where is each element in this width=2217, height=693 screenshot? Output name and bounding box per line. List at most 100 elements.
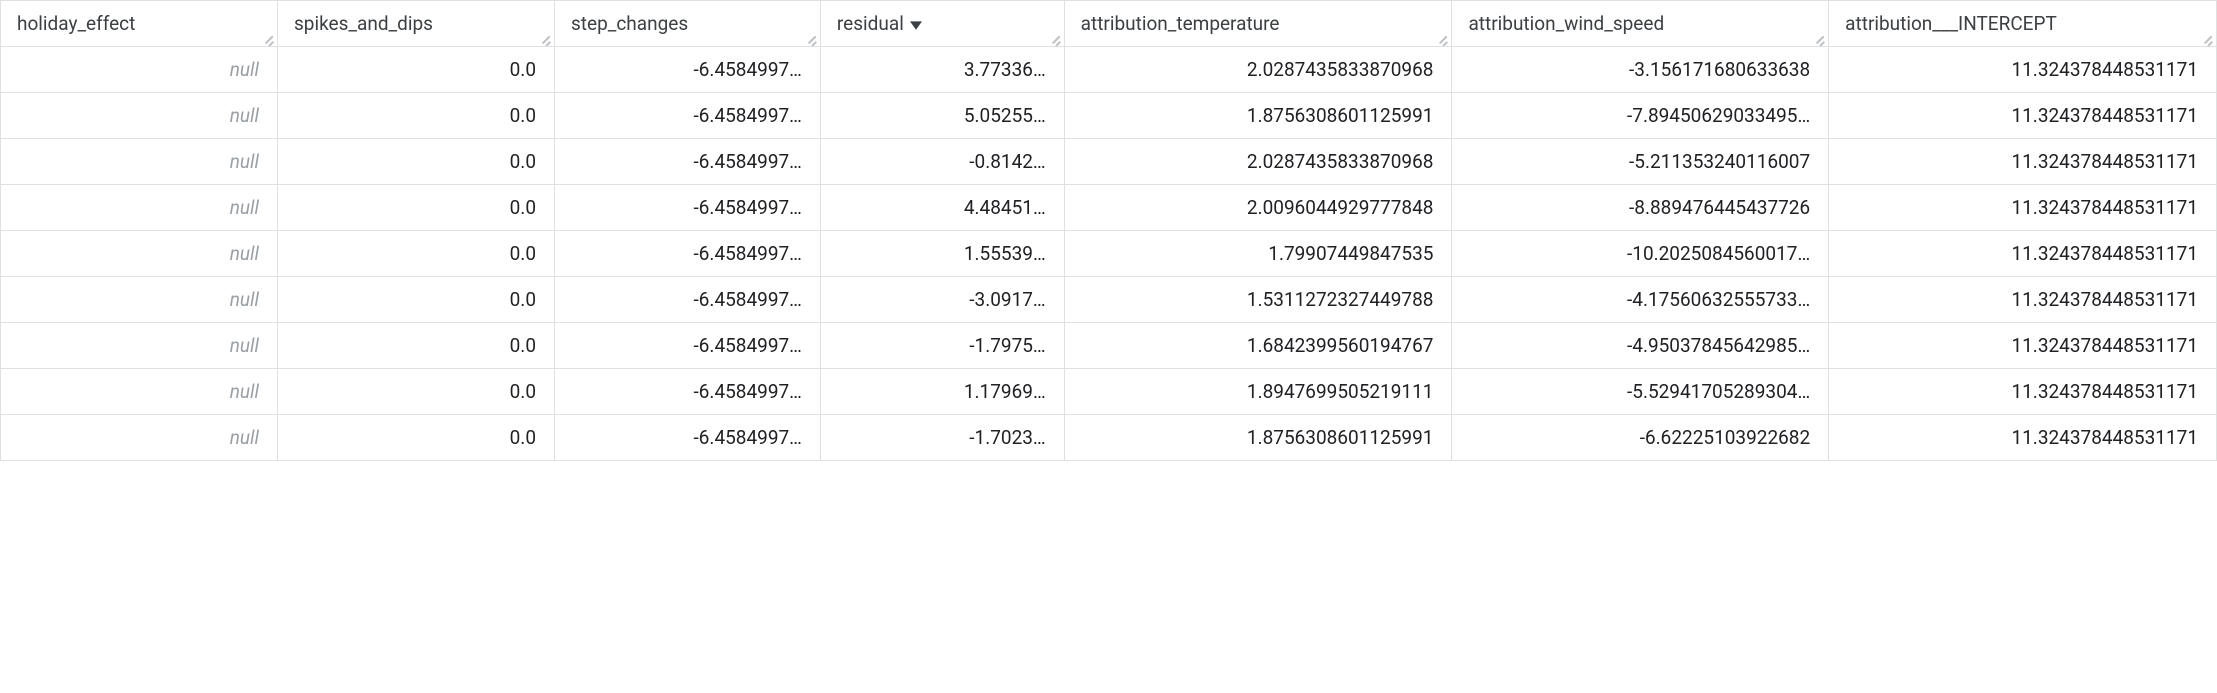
table-row[interactable]: null0.0-6.4584997…1.55539… 1.799074498475…: [1, 231, 2217, 277]
cell-value: null: [230, 288, 259, 311]
cell-attribution___INTERCEPT[interactable]: 11.324378448531171: [1829, 231, 2217, 277]
cell-attribution_wind_speed[interactable]: -7.89450629033495…: [1452, 93, 1829, 139]
cell-attribution_temperature[interactable]: 1.8947699505219111: [1064, 369, 1452, 415]
cell-spikes_and_dips[interactable]: 0.0: [278, 415, 555, 461]
cell-step_changes[interactable]: -6.4584997…: [555, 93, 821, 139]
cell-spikes_and_dips[interactable]: 0.0: [278, 277, 555, 323]
cell-attribution_temperature[interactable]: 1.6842399560194767: [1064, 323, 1452, 369]
cell-value: 11.324378448531171: [2011, 150, 2198, 173]
table-row[interactable]: null0.0 -6.4584997… 5.05255… 1.875630860112…: [1, 93, 2217, 139]
cell-attribution_wind_speed[interactable]: -5.52941705289304…: [1452, 369, 1829, 415]
table-row[interactable]: null 0.0-6.4584997…-1.7975…1.684239956019…: [1, 323, 2217, 369]
cell-value: -5.52941705289304…: [1627, 380, 1810, 403]
cell-attribution___INTERCEPT[interactable]: 11.324378448531171: [1829, 185, 2217, 231]
cell-step_changes[interactable]: -6.4584997…: [555, 277, 821, 323]
cell-residual[interactable]: 1.17969…: [820, 369, 1064, 415]
cell-attribution___INTERCEPT[interactable]: 11.324378448531171: [1829, 47, 2217, 93]
cell-residual[interactable]: 1.55539…: [820, 231, 1064, 277]
cell-residual[interactable]: 3.77336…: [820, 47, 1064, 93]
cell-value: 1.8756308601125991: [1247, 104, 1434, 127]
cell-attribution_temperature[interactable]: 1.8756308601125991: [1064, 415, 1452, 461]
table-row[interactable]: null0.0-6.4584997…4.48451…2.009604492977…: [1, 185, 2217, 231]
cell-value: null: [230, 58, 259, 81]
cell-attribution___INTERCEPT[interactable]: 11.324378448531171: [1829, 369, 2217, 415]
cell-step_changes[interactable]: -6.4584997…: [555, 185, 821, 231]
cell-attribution_wind_speed[interactable]: -3.156171680633638: [1452, 47, 1829, 93]
column-header-label: residual: [837, 12, 904, 35]
cell-spikes_and_dips[interactable]: 0.0: [278, 47, 555, 93]
cell-attribution_temperature[interactable]: 2.0287435833870968: [1064, 139, 1452, 185]
table-row[interactable]: null 0.0 -6.4584997…1.17969…1.894769950521…: [1, 369, 2217, 415]
cell-attribution___INTERCEPT[interactable]: 11.324378448531171: [1829, 415, 2217, 461]
column-header-spikes_and_dips[interactable]: spikes_and_dips: [278, 1, 555, 47]
cell-attribution___INTERCEPT[interactable]: 11.324378448531171: [1829, 139, 2217, 185]
cell-residual[interactable]: -0.8142…: [820, 139, 1064, 185]
cell-attribution_wind_speed[interactable]: -5.211353240116007: [1452, 139, 1829, 185]
cell-spikes_and_dips[interactable]: 0.0: [278, 93, 555, 139]
column-header-holiday_effect[interactable]: holiday_effect: [1, 1, 278, 47]
cell-spikes_and_dips[interactable]: 0.0: [278, 139, 555, 185]
table-row[interactable]: null 0.0-6.4584997…-3.0917…1.531127232744…: [1, 277, 2217, 323]
cell-attribution_wind_speed[interactable]: -6.62225103922682: [1452, 415, 1829, 461]
column-resize-handle[interactable]: [806, 32, 818, 44]
cell-step_changes[interactable]: -6.4584997…: [555, 369, 821, 415]
cell-attribution_wind_speed[interactable]: -10.2025084560017…: [1452, 231, 1829, 277]
column-resize-handle[interactable]: [1437, 32, 1449, 44]
column-resize-handle[interactable]: [540, 32, 552, 44]
cell-step_changes[interactable]: -6.4584997…: [555, 139, 821, 185]
cell-attribution___INTERCEPT[interactable]: 11.324378448531171: [1829, 277, 2217, 323]
cell-holiday_effect[interactable]: null: [1, 47, 278, 93]
column-header-attribution_temperature[interactable]: attribution_temperature: [1064, 1, 1452, 47]
cell-attribution_temperature[interactable]: 1.5311272327449788: [1064, 277, 1452, 323]
cell-attribution___INTERCEPT[interactable]: 11.324378448531171: [1829, 93, 2217, 139]
cell-step_changes[interactable]: -6.4584997…: [555, 47, 821, 93]
column-header-step_changes[interactable]: step_changes: [555, 1, 821, 47]
cell-spikes_and_dips[interactable]: 0.0: [278, 185, 555, 231]
table-row[interactable]: null0.0-6.4584997…-1.7023…1.875630860112…: [1, 415, 2217, 461]
cell-holiday_effect[interactable]: null: [1, 369, 278, 415]
results-table: holiday_effectspikes_and_dipsstep_change…: [0, 0, 2217, 461]
cell-holiday_effect[interactable]: null: [1, 231, 278, 277]
cell-holiday_effect[interactable]: null: [1, 93, 278, 139]
cell-attribution_temperature[interactable]: 2.0096044929777848: [1064, 185, 1452, 231]
cell-spikes_and_dips[interactable]: 0.0: [278, 369, 555, 415]
cell-value: 0.0: [510, 150, 536, 173]
cell-attribution_wind_speed[interactable]: -4.95037845642985…: [1452, 323, 1829, 369]
cell-step_changes[interactable]: -6.4584997…: [555, 415, 821, 461]
cell-holiday_effect[interactable]: null: [1, 323, 278, 369]
table-row[interactable]: null 0.0 -6.4584997… -0.8142…2.028743583387…: [1, 139, 2217, 185]
cell-value: null: [230, 380, 259, 403]
cell-attribution_temperature[interactable]: 1.79907449847535: [1064, 231, 1452, 277]
column-header-attribution_wind_speed[interactable]: attribution_wind_speed: [1452, 1, 1829, 47]
column-resize-handle[interactable]: [2202, 32, 2214, 44]
cell-value: 0.0: [510, 380, 536, 403]
column-resize-handle[interactable]: [1814, 32, 1826, 44]
cell-holiday_effect[interactable]: null: [1, 139, 278, 185]
cell-step_changes[interactable]: -6.4584997…: [555, 231, 821, 277]
cell-residual[interactable]: -3.0917…: [820, 277, 1064, 323]
cell-attribution_temperature[interactable]: 2.0287435833870968: [1064, 47, 1452, 93]
cell-residual[interactable]: 4.48451…: [820, 185, 1064, 231]
cell-attribution_temperature[interactable]: 1.8756308601125991: [1064, 93, 1452, 139]
cell-value: null: [230, 334, 259, 357]
column-resize-handle[interactable]: [1050, 32, 1062, 44]
cell-step_changes[interactable]: -6.4584997…: [555, 323, 821, 369]
cell-attribution_wind_speed[interactable]: -4.17560632555733…: [1452, 277, 1829, 323]
cell-residual[interactable]: -1.7023…: [820, 415, 1064, 461]
cell-value: 1.79907449847535: [1268, 242, 1433, 265]
cell-attribution_wind_speed[interactable]: -8.889476445437726: [1452, 185, 1829, 231]
cell-spikes_and_dips[interactable]: 0.0: [278, 231, 555, 277]
column-header-attribution___INTERCEPT[interactable]: attribution___INTERCEPT: [1829, 1, 2217, 47]
column-resize-handle[interactable]: [263, 32, 275, 44]
cell-residual[interactable]: 5.05255…: [820, 93, 1064, 139]
cell-value: -6.4584997…: [694, 150, 802, 173]
cell-attribution___INTERCEPT[interactable]: 11.324378448531171: [1829, 323, 2217, 369]
table-row[interactable]: null 0.0-6.4584997…3.77336…2.028743583387…: [1, 47, 2217, 93]
cell-residual[interactable]: -1.7975…: [820, 323, 1064, 369]
column-header-residual[interactable]: residual: [820, 1, 1064, 47]
cell-holiday_effect[interactable]: null: [1, 415, 278, 461]
cell-spikes_and_dips[interactable]: 0.0: [278, 323, 555, 369]
cell-value: -6.4584997…: [694, 104, 802, 127]
cell-holiday_effect[interactable]: null: [1, 185, 278, 231]
cell-holiday_effect[interactable]: null: [1, 277, 278, 323]
